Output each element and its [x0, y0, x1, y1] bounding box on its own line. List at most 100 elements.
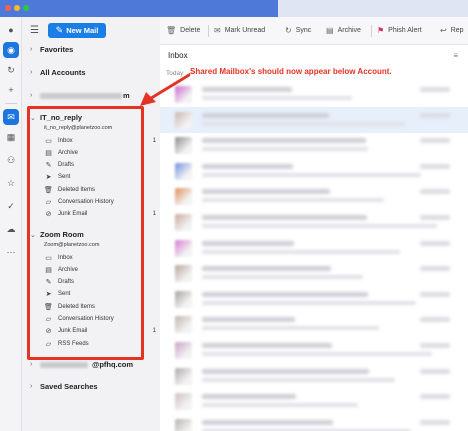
redacted-time — [420, 138, 450, 144]
redacted-sender — [202, 368, 369, 374]
sender-avatar — [175, 418, 192, 431]
titlebar-search-area — [278, 0, 468, 17]
outlook-icon[interactable]: ◉ — [3, 42, 19, 58]
annotation-text: Shared Mailbox's should now appear below… — [190, 67, 392, 76]
redacted-subject — [202, 275, 363, 280]
redacted-subject — [202, 377, 395, 382]
cloud-icon[interactable]: ☁ — [3, 221, 19, 237]
redacted-sender — [202, 343, 332, 348]
more-apps-icon[interactable]: ⋯ — [3, 244, 19, 260]
sender-avatar — [175, 239, 192, 257]
message-row[interactable] — [160, 81, 468, 107]
redacted-sender — [202, 138, 366, 144]
redacted-subject — [202, 198, 384, 203]
redacted-sender — [202, 419, 333, 425]
sender-avatar — [175, 137, 192, 155]
redacted-sender — [202, 266, 331, 272]
message-row[interactable] — [160, 388, 468, 414]
account-icon[interactable]: ● — [3, 22, 19, 38]
sync-button[interactable]: ↻ Sync — [285, 26, 311, 35]
redacted-time — [420, 419, 450, 425]
calendar-icon[interactable]: ▦ — [3, 129, 19, 145]
sender-avatar — [175, 188, 192, 206]
message-toolbar: 🗑 Delete ✉ Mark Unread ↻ Sync ▤ Archive … — [160, 17, 468, 45]
app-rail: ● ◉ ↻ + ✉ ▦ ⚇ ☆ ✓ ☁ ⋯ — [0, 17, 22, 431]
message-list: Inbox ≡ Today — [160, 45, 468, 431]
message-row[interactable] — [160, 158, 468, 184]
redacted-subject — [202, 300, 416, 305]
redacted-time — [420, 163, 450, 169]
redacted-sender — [202, 87, 292, 92]
unread-count: 1 — [152, 137, 156, 144]
saved-searches-group[interactable]: › Saved Searches — [30, 382, 98, 391]
mark-unread-button[interactable]: ✉ Mark Unread — [214, 26, 265, 35]
filter-icon[interactable]: ≡ — [453, 51, 458, 60]
account-group-pfhq[interactable]: › @pfhq.com — [30, 360, 133, 369]
people-icon[interactable]: ⚇ — [3, 152, 19, 168]
redacted-subject — [202, 172, 421, 177]
tasks-icon[interactable]: ✓ — [3, 198, 19, 214]
message-row[interactable] — [160, 132, 468, 158]
sender-avatar — [175, 265, 192, 283]
chevron-right-icon: › — [30, 46, 33, 53]
redacted-subject — [202, 224, 437, 228]
redacted-subject — [202, 326, 379, 331]
favorites-icon[interactable]: ☆ — [3, 175, 19, 191]
message-row[interactable] — [160, 106, 468, 133]
redacted-sender — [202, 317, 295, 323]
add-account-icon[interactable]: + — [3, 82, 19, 98]
redacted-time — [420, 189, 450, 195]
redacted-time — [420, 368, 450, 374]
chevron-right-icon: › — [30, 361, 33, 368]
toolbar-divider — [371, 25, 372, 37]
sender-avatar — [175, 111, 192, 129]
message-row[interactable] — [160, 337, 468, 363]
message-row[interactable] — [160, 311, 468, 337]
close-window-button[interactable] — [5, 5, 11, 11]
message-row[interactable] — [160, 235, 468, 261]
reply-icon: ↩ — [440, 26, 447, 35]
archive-button[interactable]: ▤ Archive — [326, 26, 361, 35]
sender-avatar — [175, 316, 192, 334]
redacted-time — [420, 343, 450, 348]
message-row[interactable] — [160, 286, 468, 312]
sender-avatar — [175, 214, 192, 231]
envelope-icon: ✉ — [214, 26, 221, 35]
redacted-sender — [202, 240, 294, 246]
favorites-group[interactable]: › Favorites — [30, 45, 73, 54]
redacted-account-name — [40, 92, 122, 99]
message-row[interactable] — [160, 183, 468, 209]
sender-avatar — [175, 290, 192, 308]
message-row[interactable] — [160, 209, 468, 235]
hamburger-menu-icon[interactable]: ☰ — [30, 26, 41, 36]
account-group-primary[interactable]: › m — [30, 91, 130, 100]
message-row[interactable] — [160, 260, 468, 286]
redacted-subject — [202, 403, 358, 408]
message-row[interactable] — [160, 363, 468, 389]
redacted-subject — [202, 147, 368, 152]
redacted-sender — [202, 291, 368, 297]
reply-button[interactable]: ↩ Rep — [440, 26, 464, 35]
phish-alert-button[interactable]: ⚑ Phish Alert — [377, 26, 422, 35]
phish-hook-icon: ⚑ — [377, 26, 385, 35]
redacted-time — [420, 215, 450, 220]
chevron-right-icon: › — [30, 92, 33, 99]
minimize-window-button[interactable] — [14, 5, 20, 11]
sync-icon: ↻ — [285, 26, 292, 35]
sender-avatar — [175, 393, 192, 411]
message-row[interactable] — [160, 414, 468, 431]
toolbar-divider — [208, 25, 209, 37]
mail-icon[interactable]: ✉ — [3, 109, 19, 125]
delete-button[interactable]: 🗑 Delete — [166, 26, 200, 35]
message-list-title: Inbox — [168, 51, 188, 60]
chevron-right-icon: › — [30, 69, 33, 76]
new-mail-button[interactable]: ✎ New Mail — [48, 23, 106, 38]
annotation-highlight-box — [27, 106, 144, 360]
sync-status-icon[interactable]: ↻ — [3, 62, 19, 78]
compose-icon: ✎ — [55, 25, 64, 35]
zoom-window-button[interactable] — [23, 5, 29, 11]
unread-count: 1 — [152, 211, 156, 218]
rail-divider — [5, 103, 17, 104]
all-accounts-group[interactable]: › All Accounts — [30, 68, 86, 77]
annotation-arrow — [140, 70, 195, 106]
